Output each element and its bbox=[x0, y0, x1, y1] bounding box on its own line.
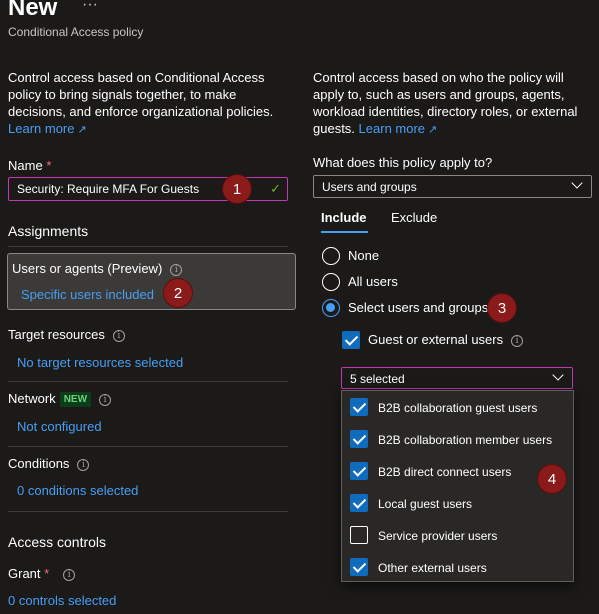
assignments-heading: Assignments bbox=[8, 223, 89, 239]
divider bbox=[8, 511, 288, 512]
option-label[interactable]: Service provider users bbox=[378, 529, 497, 543]
ellipsis-icon[interactable]: ··· bbox=[82, 0, 98, 14]
guest-types-value: 5 selected bbox=[350, 372, 405, 386]
option-checkbox[interactable] bbox=[350, 398, 368, 416]
guest-external-label: Guest or external users bbox=[368, 332, 504, 347]
radio-all-users[interactable] bbox=[322, 273, 340, 291]
right-learn-more-link[interactable]: Learn more bbox=[359, 121, 425, 136]
tab-include-underline bbox=[321, 231, 368, 233]
left-learn-more-link[interactable]: Learn more bbox=[8, 121, 74, 136]
users-or-agents-selector[interactable]: Users or agents (Preview) i Specific user… bbox=[7, 253, 296, 310]
guest-external-checkbox[interactable] bbox=[342, 331, 360, 349]
option-label[interactable]: B2B direct connect users bbox=[378, 465, 511, 479]
external-link-icon: ↗ bbox=[428, 124, 438, 136]
right-description: Control access based on who the policy w… bbox=[313, 69, 583, 139]
chevron-down-icon bbox=[552, 369, 564, 381]
name-label: Name * bbox=[8, 158, 51, 173]
callout-1: 1 bbox=[222, 174, 252, 204]
callout-2: 2 bbox=[163, 278, 193, 308]
grant-row: Grant * i bbox=[8, 566, 76, 581]
info-icon[interactable]: i bbox=[170, 263, 183, 276]
users-label: Users or agents (Preview) bbox=[12, 261, 163, 276]
divider bbox=[8, 246, 288, 247]
info-icon[interactable]: i bbox=[112, 329, 125, 342]
callout-3: 3 bbox=[487, 293, 517, 323]
external-link-icon: ↗ bbox=[77, 124, 87, 136]
option-checkbox[interactable] bbox=[350, 430, 368, 448]
guest-external-row: Guest or external users i bbox=[368, 332, 524, 347]
required-mark: * bbox=[44, 566, 50, 581]
target-resources-row: Target resources i bbox=[8, 327, 125, 342]
option-label[interactable]: Local guest users bbox=[378, 497, 472, 511]
info-icon[interactable]: i bbox=[77, 458, 90, 471]
chevron-down-icon bbox=[571, 177, 583, 189]
network-link[interactable]: Not configured bbox=[17, 419, 102, 434]
info-icon[interactable]: i bbox=[511, 334, 524, 347]
applies-to-value: Users and groups bbox=[322, 180, 417, 194]
page-title: New bbox=[8, 0, 58, 21]
new-badge: NEW bbox=[59, 392, 92, 408]
conditions-row: Conditions i bbox=[8, 456, 90, 471]
name-label-text: Name bbox=[8, 158, 43, 173]
left-description-text: Control access based on Conditional Acce… bbox=[8, 70, 274, 119]
tab-exclude[interactable]: Exclude bbox=[391, 210, 437, 225]
info-icon[interactable]: i bbox=[63, 568, 76, 581]
applies-to-dropdown[interactable]: Users and groups bbox=[313, 175, 592, 198]
callout-4: 4 bbox=[537, 464, 567, 494]
grant-link[interactable]: 0 controls selected bbox=[8, 593, 116, 608]
radio-select-users[interactable] bbox=[322, 299, 340, 317]
option-label[interactable]: B2B collaboration guest users bbox=[378, 401, 537, 415]
radio-select-users-label: Select users and groups bbox=[348, 300, 489, 315]
option-checkbox[interactable] bbox=[350, 494, 368, 512]
policy-name-value: Security: Require MFA For Guests bbox=[17, 182, 200, 196]
option-checkbox[interactable] bbox=[350, 558, 368, 576]
option-label[interactable]: B2B collaboration member users bbox=[378, 433, 552, 447]
conditions-link[interactable]: 0 conditions selected bbox=[17, 483, 138, 498]
radio-none-label: None bbox=[348, 248, 380, 263]
checkmark-icon: ✓ bbox=[270, 181, 281, 196]
divider bbox=[8, 446, 288, 447]
info-icon[interactable]: i bbox=[99, 393, 112, 406]
target-resources-label: Target resources bbox=[8, 327, 105, 342]
tab-include[interactable]: Include bbox=[321, 210, 367, 225]
radio-all-users-label: All users bbox=[348, 274, 398, 289]
page-subtitle: Conditional Access policy bbox=[8, 25, 144, 39]
target-resources-link[interactable]: No target resources selected bbox=[17, 355, 183, 370]
guest-types-dropdown[interactable]: 5 selected bbox=[341, 367, 573, 389]
users-label-row: Users or agents (Preview) i bbox=[12, 261, 183, 276]
option-label[interactable]: Other external users bbox=[378, 561, 487, 575]
radio-none[interactable] bbox=[322, 247, 340, 265]
users-value-link[interactable]: Specific users included bbox=[21, 287, 154, 302]
option-checkbox[interactable] bbox=[350, 462, 368, 480]
divider bbox=[8, 381, 288, 382]
network-row: Network NEW i bbox=[8, 391, 112, 408]
option-checkbox[interactable] bbox=[350, 526, 368, 544]
access-controls-heading: Access controls bbox=[8, 534, 107, 550]
conditions-label: Conditions bbox=[8, 456, 70, 471]
network-label: Network bbox=[8, 391, 56, 406]
right-description-text: Control access based on who the policy w… bbox=[313, 70, 578, 136]
applies-to-label: What does this policy apply to? bbox=[313, 155, 493, 170]
left-description: Control access based on Conditional Acce… bbox=[8, 69, 278, 139]
required-mark: * bbox=[46, 158, 52, 173]
grant-label: Grant bbox=[8, 566, 41, 581]
